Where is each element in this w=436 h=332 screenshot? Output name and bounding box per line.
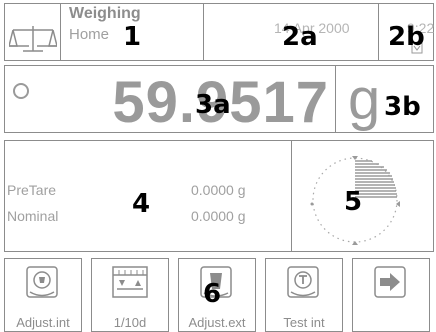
callout-6: 6: [203, 279, 222, 309]
application-panel[interactable]: Weighing Home 1: [4, 3, 204, 61]
info-label-nominal: Nominal: [7, 208, 59, 224]
softkey-label: Adjust.int: [16, 315, 70, 330]
test-int-icon: [287, 266, 319, 298]
info-value-pretare: 0.0000 g: [191, 182, 246, 198]
application-subtitle: Home: [69, 26, 110, 43]
unit-panel[interactable]: g 3b: [335, 65, 434, 133]
softkey-resolution[interactable]: 1/10d: [91, 258, 169, 332]
softkey-next[interactable]: [352, 258, 430, 332]
softkey-label: Test int: [283, 315, 325, 330]
info-label-pretare: PreTare: [7, 182, 57, 198]
time-panel: 9:22 2b: [378, 3, 434, 61]
stability-indicator-icon: [13, 83, 29, 99]
divider: [60, 4, 61, 60]
graphic-indicator-panel: 5: [291, 140, 434, 252]
adjust-int-icon: [26, 266, 58, 298]
weighing-in-aid-icon: [310, 156, 400, 245]
softkey-label: 1/10d: [113, 315, 147, 330]
date-panel: 14 Apr 2000 2a: [203, 3, 379, 61]
softkey-label: Adjust.ext: [188, 315, 246, 330]
info-fields-panel: PreTare 0.0000 g Nominal 0.0000 g 4: [4, 140, 292, 252]
weight-unit[interactable]: g: [348, 66, 380, 133]
callout-2a: 2a: [282, 22, 318, 52]
callout-5: 5: [344, 187, 363, 217]
arrow-right-icon: [374, 266, 406, 298]
callout-2b: 2b: [388, 22, 425, 52]
callout-1: 1: [123, 22, 142, 52]
callout-3a: 3a: [195, 90, 231, 120]
info-value-nominal: 0.0000 g: [191, 208, 246, 224]
callout-3b: 3b: [384, 92, 421, 122]
softkey-adjust-int[interactable]: Adjust.int: [4, 258, 82, 332]
weight-display-panel: 59.9517 3a: [4, 65, 336, 135]
resolution-icon: [112, 266, 148, 298]
balance-icon: [9, 26, 57, 52]
application-title: Weighing: [69, 5, 141, 22]
callout-4: 4: [132, 189, 151, 219]
softkey-adjust-ext[interactable]: Adjust.ext 6: [178, 258, 256, 332]
softkey-test-int[interactable]: Test int: [265, 258, 343, 332]
